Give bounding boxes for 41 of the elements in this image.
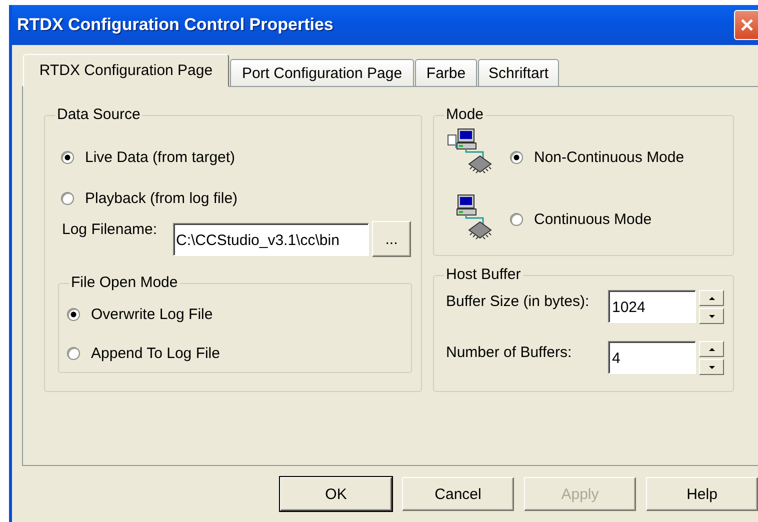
help-button[interactable]: Help	[646, 477, 758, 511]
tab[interactable]: Port Configuration Page	[230, 59, 414, 86]
up-arrow-icon	[708, 296, 714, 300]
window-title: RTDX Configuration Control Properties	[16, 15, 334, 35]
down-arrow-icon	[708, 366, 714, 368]
radio-button[interactable]: Live Data (from target)	[61, 147, 236, 167]
radio-circle[interactable]	[61, 150, 74, 164]
group-title: Mode	[445, 106, 485, 124]
ok-button[interactable]: OK	[280, 477, 392, 511]
input-field[interactable]: C:\CCStudio_v3.1\cc\bin	[173, 223, 369, 256]
up-arrow-icon	[708, 348, 714, 350]
group-title: Data Source	[56, 106, 142, 124]
radio-circle[interactable]	[510, 150, 523, 164]
group-title: Host Buffer	[445, 266, 522, 284]
close-icon	[740, 18, 754, 32]
down-arrow-icon	[708, 314, 714, 318]
spin-down-button[interactable]	[699, 359, 724, 375]
radio-button[interactable]: Overwrite Log File	[67, 304, 213, 324]
tab[interactable]: Farbe	[415, 59, 477, 86]
radio-circle[interactable]	[61, 192, 74, 204]
radio-circle[interactable]	[67, 308, 80, 320]
radio-button[interactable]: Non-Continuous Mode	[510, 147, 684, 167]
number-field[interactable]: 1024	[608, 290, 696, 323]
field-label: Log Filename:	[62, 221, 158, 239]
field-label: Number of Buffers:	[446, 343, 573, 362]
spin-down-button[interactable]	[699, 308, 724, 324]
spin-up-button[interactable]	[699, 341, 724, 357]
number-field[interactable]: 4	[608, 341, 696, 374]
radio-button[interactable]: Append To Log File	[67, 343, 220, 363]
radio-circle[interactable]	[510, 212, 523, 226]
radio-circle[interactable]	[67, 346, 80, 360]
field-label: Buffer Size (in bytes):	[446, 292, 590, 311]
tab[interactable]: RTDX Configuration Page	[23, 54, 229, 87]
browse-button[interactable]: ...	[372, 221, 411, 257]
close-button[interactable]	[734, 10, 758, 40]
cancel-button[interactable]: Cancel	[402, 477, 514, 511]
tab[interactable]: Schriftart	[478, 59, 559, 86]
radio-button[interactable]: Playback (from log file)	[61, 188, 238, 208]
radio-button[interactable]: Continuous Mode	[510, 209, 652, 229]
group-title: File Open Mode	[70, 274, 179, 292]
spin-up-button[interactable]	[699, 290, 724, 306]
